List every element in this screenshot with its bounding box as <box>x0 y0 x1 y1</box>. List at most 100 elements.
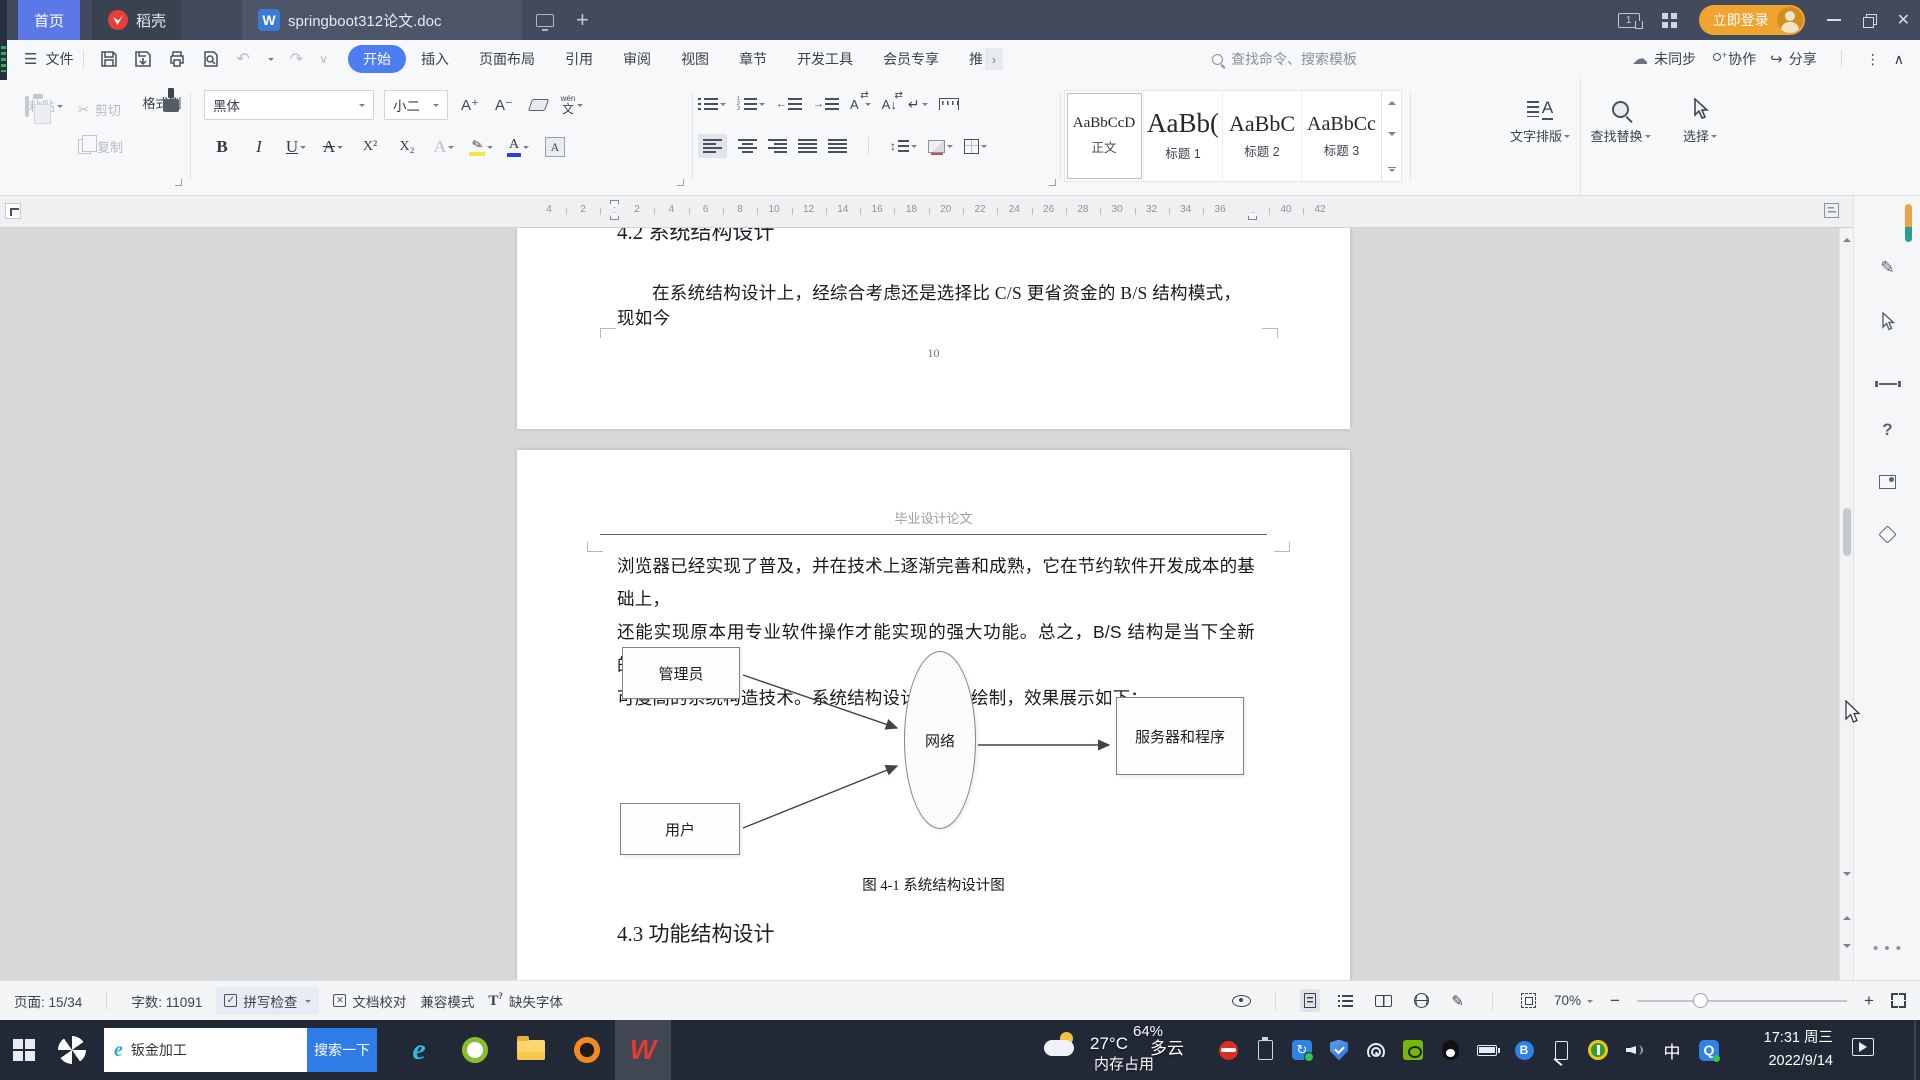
underline-button[interactable]: U <box>284 134 308 160</box>
tab-ruler-button[interactable] <box>938 92 959 116</box>
app-cat[interactable] <box>559 1020 615 1080</box>
document-page-10[interactable]: 4.2 系统结构设计 在系统结构设计上，经综合考虑还是选择比 C/S 更省资金的… <box>517 228 1350 429</box>
font-color-button[interactable]: A <box>506 134 530 160</box>
horizontal-ruler[interactable]: 4 2 2 4 6 8 10 12 14 16 18 20 22 24 26 28 30 32 34 36 40 42 <box>0 196 1853 228</box>
align-right-button[interactable] <box>768 134 787 158</box>
borders-button[interactable] <box>964 134 987 158</box>
pinyin-guide-button[interactable]: wén 文 <box>560 92 584 118</box>
web-view-button[interactable] <box>1410 989 1433 1012</box>
page-view-button[interactable] <box>1300 989 1321 1012</box>
scroll-down-icon[interactable] <box>1843 872 1851 880</box>
tab-home[interactable]: 首页 <box>18 0 81 40</box>
share-button[interactable]: ↪ 分享 <box>1770 49 1817 69</box>
export-icon[interactable] <box>134 50 152 68</box>
scroll-up-icon[interactable] <box>1843 234 1851 242</box>
increase-indent-button[interactable] <box>813 92 839 116</box>
zoom-slider[interactable] <box>1637 992 1847 1009</box>
outline-view-button[interactable] <box>1334 991 1357 1011</box>
document-area[interactable]: 4.2 系统结构设计 在系统结构设计上，经综合考虑还是选择比 C/S 更省资金的… <box>0 228 1839 980</box>
cut-button[interactable]: ✂ 剪切 <box>78 100 123 119</box>
app-ie[interactable]: e <box>391 1020 447 1080</box>
tab-view[interactable]: 视图 <box>666 45 724 73</box>
redo-icon[interactable]: ↷ <box>290 49 303 69</box>
previous-page-icon[interactable] <box>1843 912 1851 920</box>
help-icon[interactable]: ? <box>1854 420 1920 440</box>
superscript-button[interactable]: X² <box>358 134 382 160</box>
app-grid-icon[interactable] <box>1661 12 1677 28</box>
tray-volume-icon[interactable] <box>1625 1040 1645 1060</box>
format-painter-button[interactable]: 格式刷 <box>136 88 188 112</box>
style-normal[interactable]: AaBbCcD 正文 <box>1065 91 1144 181</box>
sync-status[interactable]: ☁ 未同步 <box>1632 49 1696 69</box>
show-desktop-button[interactable] <box>1914 1020 1916 1080</box>
clear-format-button[interactable] <box>526 92 550 118</box>
copy-button[interactable]: 复制 <box>78 135 123 156</box>
highlight-button[interactable]: ✎ <box>469 134 493 160</box>
fit-page-button[interactable] <box>1517 989 1540 1012</box>
style-heading1[interactable]: AaBb( 标题 1 <box>1144 91 1223 181</box>
print-preview-icon[interactable] <box>202 50 220 68</box>
edge-launcher-strip[interactable] <box>0 0 7 80</box>
distribute-button[interactable] <box>828 134 847 158</box>
print-icon[interactable] <box>168 50 186 68</box>
tab-references[interactable]: 引用 <box>550 45 608 73</box>
fullscreen-icon[interactable] <box>1891 993 1906 1008</box>
tray-wifi-icon[interactable] <box>1366 1040 1386 1060</box>
page-indicator[interactable]: 页面: 15/34 <box>14 991 82 1011</box>
tab-page-layout[interactable]: 页面布局 <box>464 45 550 73</box>
word-count[interactable]: 字数: 11091 <box>131 991 202 1011</box>
styles-more-icon[interactable] <box>1387 167 1396 175</box>
customize-toolbar-icon[interactable]: ∨ <box>319 52 328 66</box>
clipboard-dialog-launcher-icon[interactable] <box>175 179 182 186</box>
bold-button[interactable]: B <box>210 134 234 160</box>
tray-usb-drive-icon[interactable] <box>1255 1037 1275 1060</box>
edit-pen-icon[interactable]: ✎ <box>1854 258 1920 278</box>
tab-docer[interactable]: 稻壳 <box>92 0 183 40</box>
next-page-icon[interactable] <box>1843 944 1851 952</box>
shading-button[interactable] <box>928 134 953 158</box>
tray-bluetooth-icon[interactable]: B <box>1514 1040 1534 1060</box>
numbered-list-button[interactable] <box>737 92 765 116</box>
vertical-scrollbar[interactable] <box>1839 228 1853 980</box>
pointer-icon[interactable] <box>1854 311 1920 336</box>
measure-line-icon[interactable] <box>1854 370 1920 390</box>
login-button[interactable]: 立即登录 <box>1698 5 1805 35</box>
increase-font-button[interactable]: A⁺ <box>458 92 482 118</box>
align-left-button[interactable] <box>698 134 727 158</box>
line-spacing-button[interactable]: ↕ <box>890 134 917 158</box>
tab-dev-tools[interactable]: 开发工具 <box>782 45 868 73</box>
window-mode-icon[interactable] <box>536 13 555 31</box>
file-menu[interactable]: ☰ 文件 <box>24 49 73 69</box>
app-360-browser[interactable] <box>447 1020 503 1080</box>
tab-member[interactable]: 会员专享 <box>868 45 954 73</box>
tray-antivirus-icon[interactable] <box>1588 1040 1608 1060</box>
tab-review[interactable]: 审阅 <box>608 45 666 73</box>
decrease-indent-button[interactable] <box>776 92 802 116</box>
taskbar-search[interactable]: e 钣金加工 搜索一下 <box>104 1028 377 1072</box>
notification-center-icon[interactable] <box>1852 1038 1874 1056</box>
tray-qq-browser-icon[interactable]: Q <box>1699 1039 1720 1062</box>
tray-shield-icon[interactable] <box>1329 1039 1349 1061</box>
spell-check-button[interactable]: ✓ 拼写检查 <box>216 986 320 1015</box>
zoom-level[interactable]: 70% <box>1554 993 1593 1008</box>
find-replace-button[interactable]: 查找替换 <box>1580 78 1660 196</box>
font-name-select[interactable]: 黑体 <box>204 90 374 120</box>
styles-scroll-up-icon[interactable] <box>1387 97 1396 105</box>
tray-360-icon[interactable] <box>1218 1040 1238 1060</box>
page-setup-icon[interactable] <box>1824 203 1839 218</box>
font-dialog-launcher-icon[interactable] <box>677 179 684 186</box>
show-marks-button[interactable]: ↵ <box>908 92 928 116</box>
proofread-button[interactable]: ✕ 文档校对 <box>333 991 406 1011</box>
sort-button[interactable]: A↓ <box>882 90 903 116</box>
bullet-list-button[interactable] <box>698 92 726 116</box>
style-heading2[interactable]: AaBbC 标题 2 <box>1223 91 1302 181</box>
app-file-explorer[interactable] <box>503 1020 559 1080</box>
start-button[interactable] <box>0 1020 48 1080</box>
style-heading3[interactable]: AaBbCc 标题 3 <box>1302 91 1381 181</box>
tray-usb-icon[interactable] <box>1551 1040 1571 1060</box>
decrease-font-button[interactable]: A⁻ <box>492 92 516 118</box>
align-center-button[interactable] <box>738 134 757 158</box>
compat-mode-label[interactable]: 兼容模式 <box>420 991 474 1011</box>
tab-insert[interactable]: 插入 <box>406 45 464 73</box>
justify-button[interactable] <box>798 134 817 158</box>
